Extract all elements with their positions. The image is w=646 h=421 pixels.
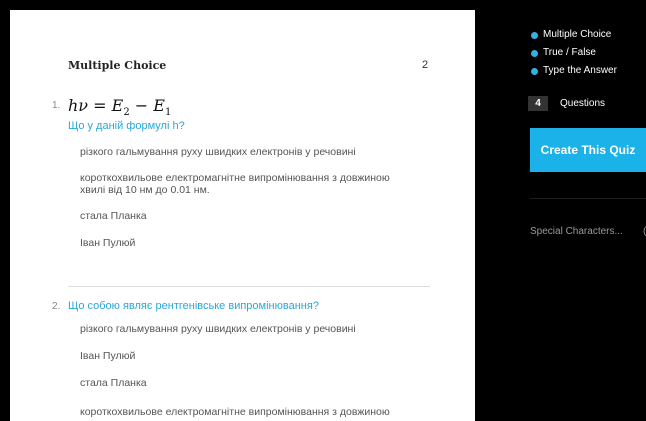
page-number: 2 <box>422 59 429 71</box>
legend-multiple-choice: Multiple Choice <box>543 29 612 40</box>
sidebar-divider <box>530 198 646 199</box>
question-divider <box>68 286 430 287</box>
answer-option[interactable]: стала Планка <box>80 210 410 222</box>
answer-option[interactable]: Іван Пулюй <box>80 237 410 249</box>
question-count-label: Questions <box>560 98 606 109</box>
answer-option[interactable]: короткохвильове електромагнітне випромін… <box>80 406 410 418</box>
question-number: 2. <box>52 301 61 312</box>
formula-sub-a: 2 <box>123 107 130 119</box>
answer-option[interactable]: різкого гальмування руху швидких електро… <box>80 323 410 335</box>
true-false-dot-icon <box>531 50 538 57</box>
answer-option[interactable]: Іван Пулюй <box>80 350 410 362</box>
formula-term-a: E <box>111 96 124 115</box>
answer-option[interactable]: короткохвильове електромагнітне випромін… <box>80 172 410 196</box>
question-formula: hν = E2 − E1 <box>68 96 172 119</box>
answer-option[interactable]: різкого гальмування руху швидких електро… <box>80 146 410 158</box>
special-characters-link[interactable]: Special Characters... <box>530 226 623 237</box>
quiz-sheet: Multiple Choice 2 1. hν = E2 − E1 Що у д… <box>10 10 475 421</box>
section-title: Multiple Choice <box>68 59 167 72</box>
legend-type-answer: Type the Answer <box>543 65 617 76</box>
question-number: 1. <box>52 100 61 111</box>
formula-sub-b: 1 <box>164 107 172 119</box>
type-answer-dot-icon <box>531 68 538 75</box>
multiple-choice-dot-icon <box>531 32 538 39</box>
answer-option[interactable]: стала Планка <box>80 377 410 389</box>
create-quiz-button[interactable]: Create This Quiz <box>530 128 646 172</box>
formula-lhs: hν <box>68 96 89 115</box>
question-text[interactable]: Що собою являє рентгенівське випромінюва… <box>68 300 319 312</box>
question-text[interactable]: Що у даній формулі h? <box>68 120 185 132</box>
left-edge-strip <box>0 0 10 421</box>
question-count: 4 <box>528 96 548 111</box>
formula-term-b: E <box>153 96 165 115</box>
legend-true-false: True / False <box>543 47 596 58</box>
quiz-sidebar: Multiple Choice True / False Type the An… <box>475 0 646 421</box>
